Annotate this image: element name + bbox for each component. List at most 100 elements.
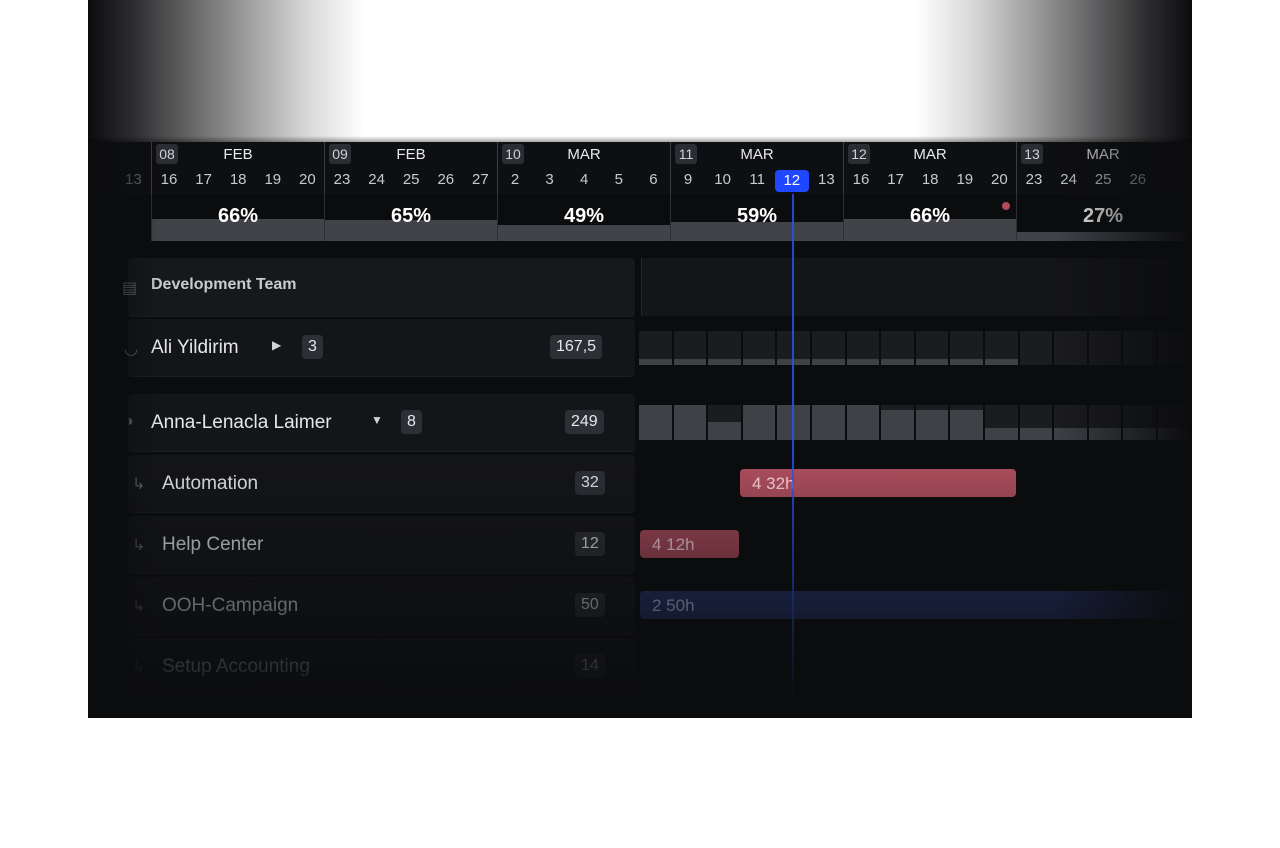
day-load xyxy=(881,359,914,365)
day-cell xyxy=(1123,331,1156,365)
user-icon: ◑ xyxy=(124,413,134,430)
alert-dot xyxy=(1002,202,1010,210)
day-label: 13 xyxy=(125,171,142,188)
day-label[interactable]: 26 xyxy=(429,171,463,188)
project-row[interactable]: ↳ Help Center 12 xyxy=(128,516,635,573)
utilization-percent: 27% xyxy=(1082,205,1124,227)
utilization-percent: 59% xyxy=(736,205,778,227)
utilization-cell: 66% xyxy=(151,194,324,241)
team-row[interactable]: ▤ Development Team xyxy=(122,258,635,316)
day-label[interactable]: 16 xyxy=(844,171,878,188)
utilization-fill xyxy=(1017,232,1189,241)
day-load xyxy=(915,359,949,365)
day-cell xyxy=(1158,331,1191,365)
day-label[interactable]: 10 xyxy=(706,171,740,188)
project-name: Automation xyxy=(162,473,259,494)
app-frame: 13 FEB 08 16 17 18 19 20 FEB 09 23 24 25 26 27 MAR 10 2 3 4… xyxy=(88,0,1192,718)
utilization-cell: 59% xyxy=(670,194,843,241)
project-row[interactable]: ↳ Automation 32 xyxy=(128,455,635,512)
day-cell xyxy=(1088,331,1122,365)
day-label[interactable]: 24 xyxy=(1052,171,1086,188)
day-load xyxy=(742,359,776,365)
top-backdrop xyxy=(88,0,1192,142)
day-label[interactable]: 23 xyxy=(1017,171,1051,188)
day-label[interactable]: 11 xyxy=(740,171,774,188)
day-label[interactable]: 18 xyxy=(221,171,255,188)
day-label[interactable]: 23 xyxy=(325,171,359,188)
task-count-badge: 8 xyxy=(401,410,422,434)
week-column: MAR 10 2 3 4 5 6 xyxy=(497,142,670,194)
task-bar-ooh-campaign[interactable]: 2 50h xyxy=(640,591,1192,619)
member-name: Ali Yildirim xyxy=(151,337,239,358)
day-load xyxy=(639,359,672,365)
chevron-right-icon[interactable]: ▶ xyxy=(272,338,281,352)
utilization-percent: 49% xyxy=(563,205,605,227)
task-bar-help-center[interactable]: 4 12h xyxy=(640,530,739,558)
day-label[interactable]: 17 xyxy=(187,171,221,188)
today-line xyxy=(792,194,794,704)
day-load xyxy=(673,405,707,440)
chevron-down-icon[interactable]: ▼ xyxy=(371,413,383,427)
utilization-percent: 66% xyxy=(909,205,951,227)
day-label[interactable]: 26 xyxy=(1121,171,1155,188)
day-label[interactable]: 4 xyxy=(567,171,601,188)
day-load xyxy=(708,359,741,365)
day-load xyxy=(881,410,914,440)
week-number: 08 xyxy=(156,144,178,164)
hours-badge: 167,5 xyxy=(550,335,603,359)
day-label[interactable]: 3 xyxy=(533,171,567,188)
day-label[interactable]: 13 xyxy=(809,171,843,188)
day-load xyxy=(846,359,880,365)
week-column: MAR 11 9 10 11 12 13 xyxy=(670,142,843,194)
member-row[interactable]: ◡ Ali Yildirim ▶ 3 167,5 xyxy=(124,319,635,376)
project-row[interactable]: ↳ Setup Accounting 14 xyxy=(128,638,635,695)
day-label[interactable]: 6 xyxy=(636,171,670,188)
utilization-percent: 66% xyxy=(217,205,259,227)
user-icon: ◡ xyxy=(124,341,138,358)
team-timeline xyxy=(641,258,1192,316)
day-label[interactable]: 20 xyxy=(982,171,1016,188)
day-label[interactable]: 19 xyxy=(256,171,290,188)
project-row[interactable]: ↳ OOH-Campaign 50 xyxy=(128,577,635,634)
day-label[interactable]: 9 xyxy=(671,171,705,188)
day-label[interactable]: 18 xyxy=(913,171,947,188)
task-count-badge: 3 xyxy=(302,335,323,359)
hours-badge: 12 xyxy=(575,532,605,556)
day-cell xyxy=(1019,331,1053,365)
utilization-cell: 27% xyxy=(1016,194,1189,241)
timeline-header: 13 FEB 08 16 17 18 19 20 FEB 09 23 24 25 26 27 MAR 10 2 3 4… xyxy=(88,142,1192,194)
building-icon: ▤ xyxy=(122,280,138,297)
day-label[interactable]: 19 xyxy=(948,171,982,188)
utilization-percent: 65% xyxy=(390,205,432,227)
day-load xyxy=(950,359,983,365)
day-load xyxy=(708,422,741,440)
utilization-cell: 65% xyxy=(324,194,497,241)
week-number: 10 xyxy=(502,144,524,164)
team-name: Development Team xyxy=(151,276,297,293)
subitem-arrow-icon: ↳ xyxy=(132,537,146,554)
day-label[interactable]: 2 xyxy=(498,171,532,188)
day-cell xyxy=(1054,331,1087,365)
member-name: Anna-Lenacla Laimer xyxy=(151,412,332,433)
day-label[interactable]: 25 xyxy=(394,171,428,188)
day-load xyxy=(1019,428,1053,440)
hours-badge: 50 xyxy=(575,593,605,617)
today-day-label[interactable]: 12 xyxy=(774,170,809,192)
day-load xyxy=(673,359,707,365)
hours-badge: 249 xyxy=(565,410,604,434)
day-load xyxy=(1123,428,1156,440)
day-label[interactable]: 17 xyxy=(879,171,913,188)
week-number: 11 xyxy=(675,144,697,164)
task-bar-automation[interactable]: 4 32h xyxy=(740,469,1016,497)
day-label[interactable]: 27 xyxy=(463,171,497,188)
week-column: MAR 12 16 17 18 19 20 xyxy=(843,142,1016,194)
week-column: FEB 09 23 24 25 26 27 xyxy=(324,142,497,194)
day-label[interactable]: 5 xyxy=(602,171,636,188)
day-label[interactable]: 20 xyxy=(290,171,324,188)
day-load xyxy=(915,410,949,440)
day-label[interactable]: 24 xyxy=(360,171,394,188)
day-label[interactable]: 25 xyxy=(1086,171,1120,188)
day-label[interactable]: 16 xyxy=(152,171,186,188)
member-row[interactable]: ◑ Anna-Lenacla Laimer ▼ 8 249 xyxy=(124,394,635,451)
day-load xyxy=(1054,428,1087,440)
